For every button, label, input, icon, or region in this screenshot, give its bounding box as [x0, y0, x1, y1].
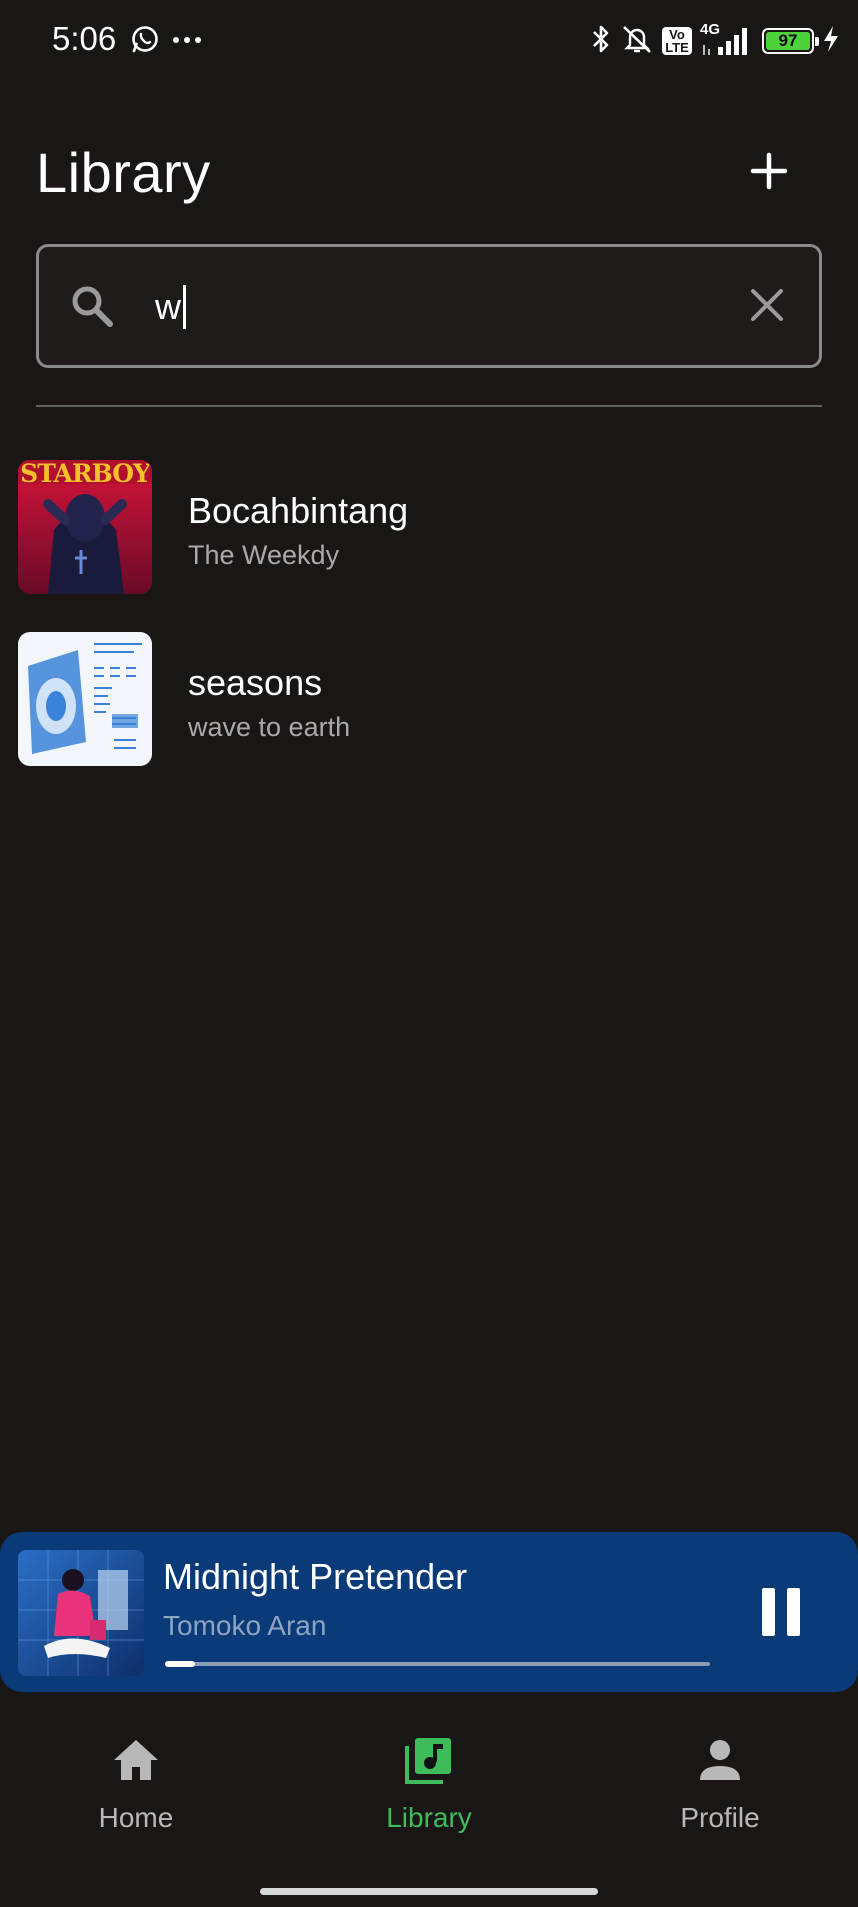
- song-title: Bocahbintang: [188, 490, 409, 531]
- song-title: seasons: [188, 662, 323, 703]
- volte-badge: Vo LTE: [662, 27, 692, 55]
- status-left-icons: [130, 22, 202, 60]
- home-icon: [36, 1730, 236, 1790]
- muted-bell-icon: [620, 23, 654, 60]
- list-item[interactable]: seasons wave to earth: [0, 632, 858, 768]
- now-playing-artist: Tomoko Aran: [163, 1610, 327, 1641]
- battery-icon: 97: [762, 28, 819, 54]
- library-music-icon: [329, 1730, 529, 1790]
- nav-item-profile[interactable]: Profile: [620, 1730, 820, 1850]
- close-icon[interactable]: [745, 283, 789, 332]
- text-caret: [183, 285, 186, 329]
- status-bar: 5:06 Vo LTE 4G 97: [0, 0, 858, 84]
- album-cover-seasons: [18, 632, 152, 766]
- divider: [36, 405, 822, 407]
- nav-item-library[interactable]: Library: [329, 1730, 529, 1850]
- add-button[interactable]: [740, 142, 798, 200]
- now-playing-cover: [18, 1550, 144, 1676]
- nav-item-home[interactable]: Home: [36, 1730, 236, 1850]
- charging-icon: [822, 25, 840, 58]
- album-cover-starboy: STARBOY: [18, 460, 152, 594]
- nav-label-library: Library: [386, 1802, 472, 1833]
- album-cover-text: STARBOY: [20, 460, 151, 488]
- list-item[interactable]: STARBOY Bocahbintang The Weekdy: [0, 460, 858, 596]
- status-right-icons: Vo LTE 4G 97: [590, 20, 840, 62]
- bottom-nav: Home Library Profile: [0, 1700, 858, 1907]
- search-input[interactable]: w: [155, 275, 755, 339]
- playback-progress-bar[interactable]: [165, 1661, 710, 1667]
- search-icon: [69, 283, 115, 334]
- pause-icon: [787, 1588, 800, 1636]
- signal-icon: 4G: [700, 21, 754, 59]
- playback-progress-fill: [165, 1661, 195, 1667]
- song-artist: The Weekdy: [188, 540, 340, 570]
- nav-label-home: Home: [98, 1802, 174, 1833]
- home-indicator[interactable]: [260, 1888, 598, 1895]
- search-box[interactable]: w: [36, 244, 822, 368]
- now-playing-bar[interactable]: Midnight Pretender Tomoko Aran: [0, 1532, 858, 1692]
- page-title: Library: [36, 141, 211, 204]
- pause-button[interactable]: [762, 1588, 812, 1640]
- battery-level: 97: [766, 31, 810, 50]
- pause-icon: [762, 1588, 775, 1636]
- song-artist: wave to earth: [188, 712, 351, 742]
- plus-icon: [750, 152, 788, 190]
- person-icon: [620, 1730, 820, 1790]
- whatsapp-icon: [130, 24, 160, 59]
- more-dots-icon: [172, 32, 202, 50]
- now-playing-title: Midnight Pretender: [163, 1556, 468, 1597]
- bluetooth-icon: [590, 23, 612, 60]
- status-time: 5:06: [52, 20, 117, 57]
- nav-label-profile: Profile: [680, 1802, 760, 1833]
- search-input-value: w: [155, 286, 181, 327]
